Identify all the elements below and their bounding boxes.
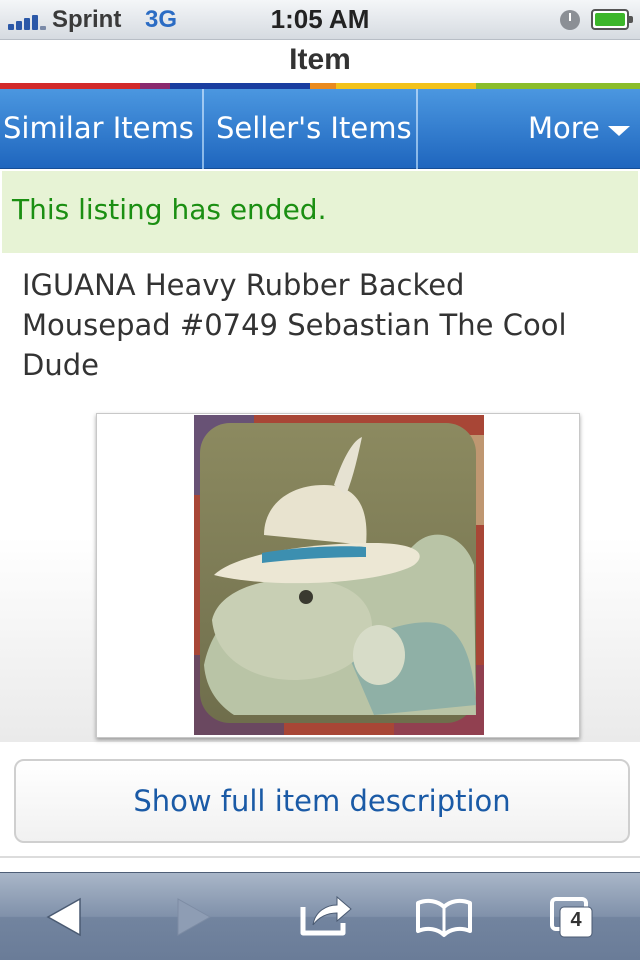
battery-icon xyxy=(591,9,633,30)
item-title: IGUANA Heavy Rubber Backed Mousepad #074… xyxy=(22,268,567,382)
tab-similar-items[interactable]: Similar Items xyxy=(3,89,194,169)
page-title: Item xyxy=(289,43,351,76)
forward-arrow-icon[interactable] xyxy=(152,873,232,960)
show-description-button[interactable]: Show full item description xyxy=(14,759,630,843)
nav-bar: Item xyxy=(0,40,640,83)
alarm-clock-icon xyxy=(560,10,580,30)
chevron-down-icon[interactable] xyxy=(608,126,630,136)
content-peek xyxy=(0,858,640,872)
listing-ended-banner: This listing has ended. xyxy=(2,171,638,253)
tab-divider xyxy=(416,89,418,169)
bookmarks-icon[interactable] xyxy=(404,873,484,960)
browser-toolbar: 4 xyxy=(0,872,640,960)
back-arrow-icon[interactable] xyxy=(26,873,106,960)
listing-ended-text: This listing has ended. xyxy=(12,193,327,226)
item-photo[interactable] xyxy=(194,415,484,735)
tabs-icon[interactable]: 4 xyxy=(536,873,616,960)
share-icon[interactable] xyxy=(285,873,365,960)
tab-count: 4 xyxy=(570,909,582,931)
tab-divider xyxy=(202,89,204,169)
tab-more[interactable]: More xyxy=(528,89,600,169)
status-time: 1:05 AM xyxy=(270,4,370,34)
item-tabs: Similar Items Seller's Items More xyxy=(0,89,640,169)
status-bar: Sprint 3G 1:05 AM xyxy=(0,0,640,40)
tab-sellers-items[interactable]: Seller's Items xyxy=(216,89,412,169)
